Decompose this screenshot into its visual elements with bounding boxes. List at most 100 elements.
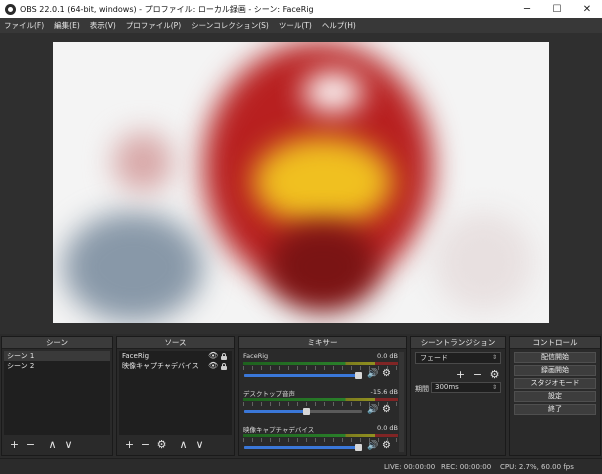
- spinner-icon[interactable]: ⇕: [492, 383, 497, 392]
- mixer-channel-db: -15.6 dB: [370, 388, 398, 396]
- menu-profile[interactable]: プロファイル(P): [126, 20, 181, 31]
- duration-input[interactable]: 300ms ⇕: [431, 382, 501, 393]
- speaker-icon[interactable]: 🔊: [367, 441, 378, 451]
- add-source-button[interactable]: +: [123, 438, 136, 452]
- lock-icon[interactable]: [220, 362, 228, 370]
- volume-fill: [244, 410, 306, 413]
- add-transition-button[interactable]: +: [454, 368, 467, 382]
- status-bar: LIVE: 00:00:00 REC: 00:00:00 CPU: 2.7%, …: [0, 458, 602, 474]
- gear-icon[interactable]: ⚙: [382, 440, 391, 451]
- window-titlebar: OBS 22.0.1 (64-bit, windows) - プロファイル: ロ…: [0, 0, 602, 18]
- menu-edit[interactable]: 編集(E): [54, 20, 80, 31]
- duration-value: 300ms: [435, 383, 459, 391]
- source-name: FaceRig: [122, 352, 150, 360]
- sources-list: FaceRig 👁 映像キャプチャデバイス 👁: [119, 351, 232, 435]
- source-item[interactable]: 映像キャプチャデバイス 👁: [119, 361, 232, 371]
- source-name: 映像キャプチャデバイス: [122, 362, 199, 370]
- window-title: OBS 22.0.1 (64-bit, windows) - プロファイル: ロ…: [20, 4, 314, 14]
- cpu-status: CPU: 2.7%, 60.00 fps: [500, 463, 574, 471]
- gear-icon[interactable]: ⚙: [382, 368, 391, 379]
- move-source-down-button[interactable]: ∨: [193, 438, 206, 452]
- scenes-dock: シーン シーン 1 シーン 2 + − ∧ ∨: [1, 336, 113, 456]
- visibility-eye-icon[interactable]: 👁: [208, 361, 218, 371]
- speaker-icon[interactable]: 🔊: [367, 405, 378, 415]
- visibility-eye-icon[interactable]: 👁: [208, 351, 218, 361]
- settings-button[interactable]: 設定: [514, 391, 596, 402]
- studio-mode-button[interactable]: スタジオモード: [514, 378, 596, 389]
- transition-selected: フェード: [420, 354, 448, 362]
- lock-icon[interactable]: [220, 352, 228, 360]
- volume-fill: [244, 374, 358, 377]
- remove-transition-button[interactable]: −: [471, 368, 484, 382]
- scene-item[interactable]: シーン 2: [4, 361, 110, 371]
- transitions-title: シーントランジション: [411, 337, 505, 349]
- maximize-button[interactable]: ☐: [542, 0, 572, 18]
- start-streaming-button[interactable]: 配信開始: [514, 352, 596, 363]
- volume-slider-handle[interactable]: [303, 408, 310, 415]
- preview-image-blur: [303, 72, 363, 112]
- volume-slider-handle[interactable]: [355, 444, 362, 451]
- volume-fill: [244, 446, 358, 449]
- transition-select[interactable]: フェード ⇕: [415, 352, 501, 364]
- scenes-title: シーン: [2, 337, 112, 349]
- chevron-updown-icon: ⇕: [491, 354, 497, 361]
- gear-icon[interactable]: ⚙: [382, 404, 391, 415]
- preview-image-blur: [253, 137, 393, 227]
- sources-toolbar: + − ⚙ ∧ ∨: [119, 437, 232, 453]
- mixer-channel-name: 映像キャプチャデバイス: [243, 426, 315, 434]
- rec-status: REC: 00:00:00: [441, 463, 492, 471]
- mixer-channel: デスクトップ音声 -15.6 dB 🔊 ⚙: [242, 388, 398, 424]
- obs-logo-icon: [5, 3, 16, 15]
- audio-meter: [243, 434, 398, 437]
- live-status: LIVE: 00:00:00: [384, 463, 436, 471]
- remove-scene-button[interactable]: −: [24, 438, 37, 452]
- menu-file[interactable]: ファイル(F): [4, 20, 44, 31]
- exit-button[interactable]: 終了: [514, 404, 596, 415]
- preview-canvas[interactable]: [53, 42, 549, 323]
- menu-tools[interactable]: ツール(T): [279, 20, 312, 31]
- move-source-up-button[interactable]: ∧: [177, 438, 190, 452]
- transitions-dock: シーントランジション フェード ⇕ + − ⚙ 期間 300ms ⇕: [410, 336, 506, 456]
- preview-area: [0, 33, 602, 334]
- transition-gear-icon[interactable]: ⚙: [488, 368, 501, 382]
- preview-image-blur: [268, 222, 378, 312]
- audio-meter: [243, 398, 398, 401]
- menu-scene-collection[interactable]: シーンコレクション(S): [191, 20, 269, 31]
- mixer-channel-db: 0.0 dB: [377, 352, 398, 360]
- menu-view[interactable]: 表示(V): [90, 20, 116, 31]
- scenes-toolbar: + − ∧ ∨: [4, 437, 110, 453]
- transition-toolbar: + − ⚙: [415, 368, 501, 382]
- source-properties-gear-icon[interactable]: ⚙: [155, 438, 168, 452]
- remove-source-button[interactable]: −: [139, 438, 152, 452]
- add-scene-button[interactable]: +: [8, 438, 21, 452]
- sources-dock: ソース FaceRig 👁 映像キャプチャデバイス 👁 + − ⚙ ∧ ∨: [116, 336, 235, 456]
- preview-image-blur: [113, 132, 173, 192]
- menu-help[interactable]: ヘルプ(H): [322, 20, 356, 31]
- close-button[interactable]: ✕: [572, 0, 602, 18]
- duration-label: 期間: [415, 385, 429, 393]
- controls-title: コントロール: [510, 337, 600, 349]
- minimize-button[interactable]: ─: [512, 0, 542, 18]
- sources-title: ソース: [117, 337, 234, 349]
- mixer-channel: FaceRig 0.0 dB 🔊 ⚙: [242, 352, 398, 388]
- mixer-channel-name: デスクトップ音声: [243, 390, 295, 398]
- menu-bar: ファイル(F) 編集(E) 表示(V) プロファイル(P) シーンコレクション(…: [0, 18, 602, 33]
- move-scene-down-button[interactable]: ∨: [62, 438, 75, 452]
- preview-image-blur: [433, 212, 533, 312]
- controls-dock: コントロール 配信開始 録画開始 スタジオモード 設定 終了: [509, 336, 601, 456]
- mixer-channel-name: FaceRig: [243, 352, 269, 360]
- mixer-channel: 映像キャプチャデバイス 0.0 dB 🔊 ⚙: [242, 424, 398, 460]
- scenes-list: シーン 1 シーン 2: [4, 351, 110, 435]
- mixer-channel-db: 0.0 dB: [377, 424, 398, 432]
- move-scene-up-button[interactable]: ∧: [46, 438, 59, 452]
- preview-image-blur: [63, 212, 203, 322]
- source-item[interactable]: FaceRig 👁: [119, 351, 232, 361]
- speaker-icon[interactable]: 🔊: [367, 369, 378, 379]
- mixer-scrollbar[interactable]: [399, 352, 404, 452]
- scene-item[interactable]: シーン 1: [4, 351, 110, 361]
- volume-slider-handle[interactable]: [355, 372, 362, 379]
- mixer-dock: ミキサー FaceRig 0.0 dB 🔊 ⚙ デスクトップ音声 -15.6 d…: [238, 336, 407, 456]
- start-recording-button[interactable]: 録画開始: [514, 365, 596, 376]
- audio-meter: [243, 362, 398, 365]
- mixer-title: ミキサー: [239, 337, 406, 349]
